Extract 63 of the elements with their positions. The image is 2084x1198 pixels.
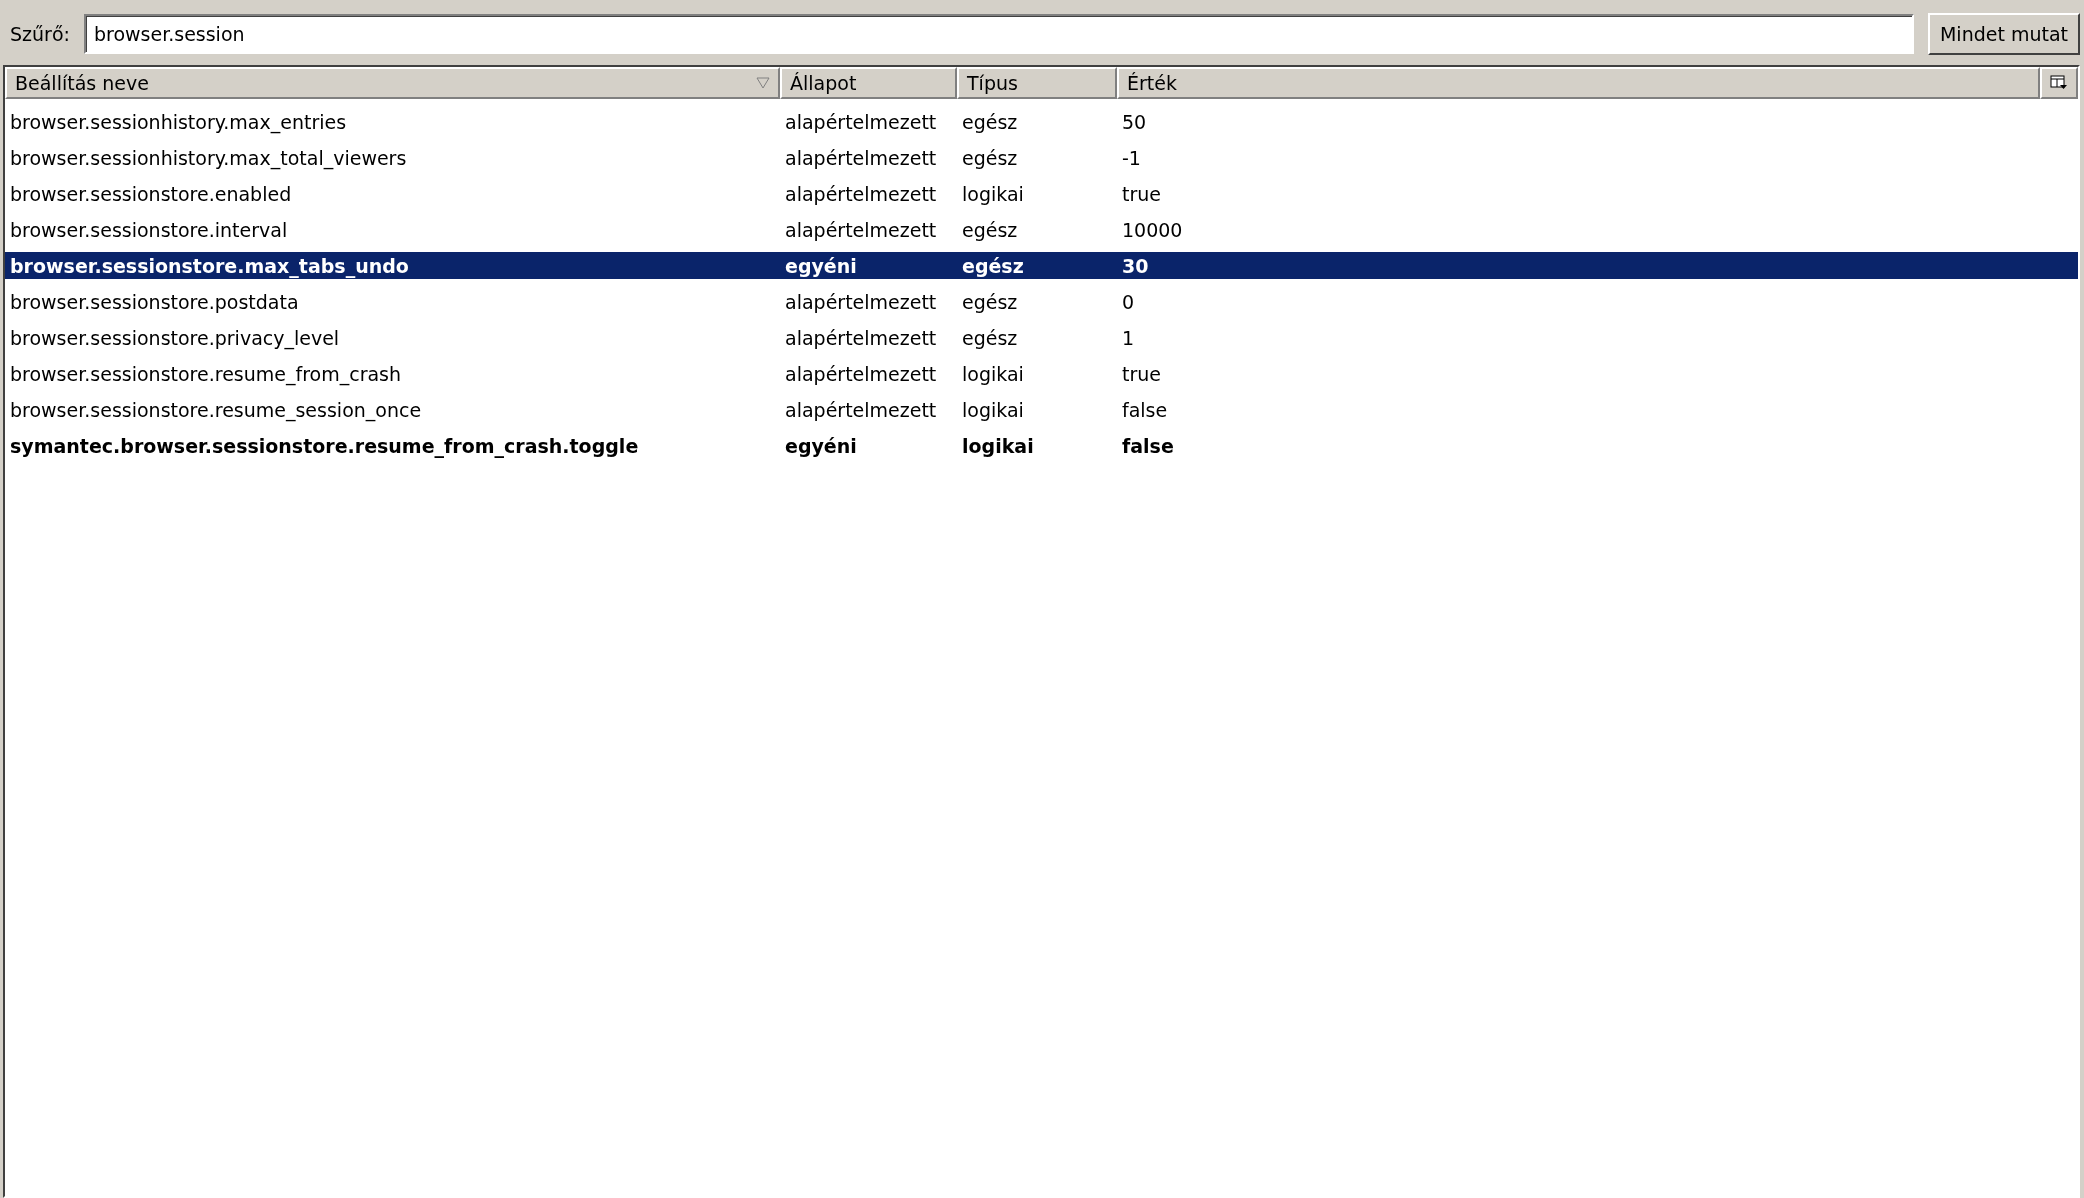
table-cell-text: egyéni	[784, 253, 858, 279]
table-cell-text: browser.sessionstore.resume_session_once	[9, 397, 423, 423]
table-cell-text: browser.sessionstore.postdata	[9, 289, 300, 315]
table-row[interactable]: symantec.browser.sessionstore.resume_from_crash.toggle egyéni logikai false	[5, 432, 2078, 459]
table-cell-text: true	[1121, 361, 1162, 387]
table-cell-text: 50	[1121, 109, 1148, 135]
table-cell-text: true	[1121, 181, 1162, 207]
table-row[interactable]: browser.sessionhistory.max_entries alapértelmezett egész 50	[5, 108, 2078, 135]
column-picker-icon	[2050, 75, 2068, 91]
table-cell-text: alapértelmezett	[784, 397, 938, 423]
table-row[interactable]: browser.sessionstore.postdata alapértelmezett egész 0	[5, 288, 2078, 315]
table-cell-text: false	[1121, 397, 1169, 423]
table-cell-text: alapértelmezett	[784, 325, 938, 351]
table-cell-text: alapértelmezett	[784, 217, 938, 243]
table-cell-text: browser.sessionhistory.max_total_viewers	[9, 145, 408, 171]
table-cell-text: false	[1121, 433, 1175, 459]
table-cell-text: browser.sessionstore.interval	[9, 217, 289, 243]
table-cell-text: alapértelmezett	[784, 289, 938, 315]
table-cell-text: logikai	[961, 397, 1025, 423]
column-label: Típus	[967, 72, 1018, 94]
table-cell-text: egész	[961, 109, 1019, 135]
table-cell-text: browser.sessionhistory.max_entries	[9, 109, 348, 135]
table-row[interactable]: browser.sessionstore.privacy_level alapértelmezett egész 1	[5, 324, 2078, 351]
table-cell-text: browser.sessionstore.max_tabs_undo	[9, 253, 410, 279]
table-cell-text: alapértelmezett	[784, 361, 938, 387]
table-row[interactable]: browser.sessionstore.max_tabs_undo egyéni egész 30	[5, 252, 2078, 279]
table-cell-text: 1	[1121, 325, 1136, 351]
table-cell-text: alapértelmezett	[784, 145, 938, 171]
table-row[interactable]: browser.sessionhistory.max_total_viewers alapértelmezett egész -1	[5, 144, 2078, 171]
table-row[interactable]: browser.sessionstore.interval alapértelmezett egész 10000	[5, 216, 2078, 243]
table-cell-text: egész	[961, 253, 1025, 279]
column-label: Beállítás neve	[15, 72, 149, 94]
table-cell-text: logikai	[961, 361, 1025, 387]
column-picker-button[interactable]	[2040, 67, 2078, 99]
column-header[interactable]: Beállítás neve	[5, 67, 780, 99]
table-cell-text: 10000	[1121, 217, 1184, 243]
table-cell-text: 0	[1121, 289, 1136, 315]
table-cell-text: egész	[961, 325, 1019, 351]
table-row[interactable]: browser.sessionstore.resume_session_once alapértelmezett logikai false	[5, 396, 2078, 423]
table-cell-text: egész	[961, 217, 1019, 243]
table-cell-text: alapértelmezett	[784, 181, 938, 207]
table-cell-text: egész	[961, 289, 1019, 315]
table-cell-text: symantec.browser.sessionstore.resume_from_crash.toggle	[9, 433, 640, 459]
filter-label: Szűrő:	[10, 23, 70, 45]
filter-field[interactable]: browser.session	[83, 14, 1914, 54]
table-cell-text: logikai	[961, 433, 1035, 459]
show-all-button[interactable]: Mindet mutat	[1927, 13, 2080, 55]
table-cell-text: egyéni	[784, 433, 858, 459]
column-header[interactable]: Állapot	[780, 67, 957, 99]
table-cell-text: browser.sessionstore.enabled	[9, 181, 293, 207]
column-label: Érték	[1127, 72, 1177, 94]
table-cell-text: browser.sessionstore.resume_from_crash	[9, 361, 403, 387]
column-header[interactable]: Típus	[957, 67, 1117, 99]
table-cell-text: egész	[961, 145, 1019, 171]
table-cell-text: alapértelmezett	[784, 109, 938, 135]
column-label: Állapot	[790, 72, 857, 94]
table-cell-text: 30	[1121, 253, 1150, 279]
table-cell-text: logikai	[961, 181, 1025, 207]
table-cell-text: browser.sessionstore.privacy_level	[9, 325, 341, 351]
column-header[interactable]: Érték	[1117, 67, 2040, 99]
table-row[interactable]: browser.sessionstore.resume_from_crash alapértelmezett logikai true	[5, 360, 2078, 387]
table-cell-text: -1	[1121, 145, 1142, 171]
table-row[interactable]: browser.sessionstore.enabled alapértelmezett logikai true	[5, 180, 2078, 207]
